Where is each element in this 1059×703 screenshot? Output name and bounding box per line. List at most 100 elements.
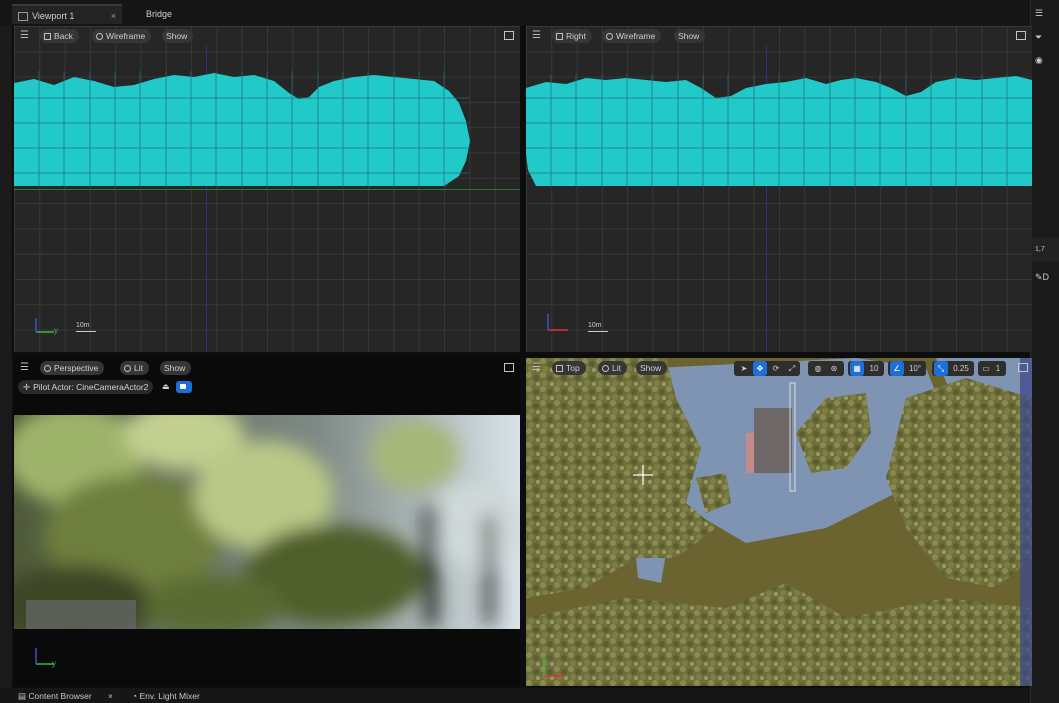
scale-icon[interactable]: ⤢ <box>785 361 799 376</box>
view-mode-button[interactable]: Back <box>40 29 79 43</box>
details-value-row: 1,7 <box>1031 238 1059 262</box>
rotate-icon[interactable]: ⟳ <box>769 361 783 376</box>
wireframe-icon <box>606 33 613 40</box>
maximize-icon[interactable] <box>504 363 514 372</box>
outliner-icon[interactable]: ☰ <box>1035 8 1043 19</box>
show-button[interactable]: Show <box>160 361 192 375</box>
viewport-perspective[interactable]: ☰ Perspective Lit Show ✛ Pilot Actor: Cin… <box>14 358 520 686</box>
env-light-mixer-label: Env. Light Mixer <box>139 691 200 701</box>
viewport-top[interactable]: ☰ Top Lit Show ➤ ✥ ⟳ ⤢ ◍ ⊛ ▦ 10 ∠ 10° ⤡ … <box>526 358 1032 686</box>
view-mode-label: Perspective <box>54 363 99 373</box>
render-mode-button[interactable]: Wireframe <box>602 29 662 43</box>
show-label: Show <box>678 31 700 41</box>
camera-speed-icon[interactable]: ▭ <box>980 361 992 376</box>
tab-viewport-label: Viewport 1 <box>32 11 75 21</box>
viewport-toolbar: ☰ Top Lit Show ➤ ✥ ⟳ ⤢ ◍ ⊛ ▦ 10 ∠ 10° ⤡ … <box>526 358 1032 378</box>
translate-icon[interactable]: ✥ <box>753 361 767 376</box>
viewport-toolbar: ☰ Back Wireframe Show <box>14 26 520 46</box>
render-mode-label: Lit <box>612 363 621 373</box>
show-button[interactable]: Show <box>162 29 194 43</box>
rotation-snap-icon[interactable]: ∠ <box>890 361 904 376</box>
tab-content-browser[interactable]: ▤ Content Browser <box>18 690 92 703</box>
scale-indicator: 10m <box>588 322 608 332</box>
view-mode-button[interactable]: Top <box>552 361 586 375</box>
close-content-browser-icon[interactable]: × <box>108 690 113 703</box>
surface-snap-icon[interactable]: ⊛ <box>827 361 841 376</box>
axis-gizmo <box>547 314 568 331</box>
rotation-snap-value[interactable]: 10° <box>906 361 924 376</box>
details-dock-panel: ☰ ⏷ ◉ 1,7 ✎D <box>1030 0 1059 703</box>
camera-preview-image <box>14 415 520 629</box>
view-mode-label: Top <box>566 363 580 373</box>
view-mode-label: Back <box>54 31 73 41</box>
perspective-icon <box>44 365 51 372</box>
viewport-toolbar: ☰ Right Wireframe Show <box>526 26 1032 46</box>
details-value: 1,7 <box>1035 246 1045 253</box>
viewport-menu-icon[interactable]: ☰ <box>532 31 542 41</box>
top-view-icon <box>556 365 563 372</box>
details-item[interactable]: ✎D <box>1035 272 1049 283</box>
maximize-icon[interactable] <box>1016 31 1026 40</box>
coord-tools: ◍ ⊛ <box>808 361 844 376</box>
camera-speed-group: ▭ 1 <box>978 361 1006 376</box>
lit-icon <box>124 365 131 372</box>
render-mode-button[interactable]: Lit <box>120 361 149 375</box>
select-icon[interactable]: ➤ <box>737 361 751 376</box>
pilot-actor-badge[interactable]: ✛ Pilot Actor: CineCameraActor2 <box>18 380 154 394</box>
view-mode-button[interactable]: Right <box>552 29 592 43</box>
world-space-icon[interactable]: ◍ <box>811 361 825 376</box>
pilot-actor-label: Pilot Actor: CineCameraActor2 <box>33 382 149 392</box>
close-tab-icon[interactable]: × <box>111 6 116 26</box>
viewport-menu-icon[interactable]: ☰ <box>20 31 30 41</box>
maximize-icon[interactable] <box>1018 363 1028 372</box>
scale-snap-value[interactable]: 0.25 <box>950 361 972 376</box>
foliage-wireframe <box>14 71 470 186</box>
view-icon <box>44 33 51 40</box>
grid-snap-icon[interactable]: ▦ <box>850 361 864 376</box>
scale-snap-group: ⤡ 0.25 <box>932 361 974 376</box>
axis-label: y <box>52 659 56 668</box>
render-mode-label: Wireframe <box>106 31 146 41</box>
content-browser-icon: ▤ <box>18 691 29 701</box>
show-label: Show <box>640 363 662 373</box>
render-mode-button[interactable]: Wireframe <box>92 29 152 43</box>
viewport-back[interactable]: ☰ Back Wireframe Show y 10m <box>14 26 520 352</box>
eject-icon[interactable]: ⏏ <box>162 382 170 391</box>
transform-tools: ➤ ✥ ⟳ ⤢ <box>734 361 800 376</box>
viewport-menu-icon[interactable]: ☰ <box>20 363 30 373</box>
show-button[interactable]: Show <box>674 29 706 43</box>
scale-snap-icon[interactable]: ⤡ <box>934 361 948 376</box>
render-mode-label: Lit <box>134 363 143 373</box>
axis-label: y <box>54 326 58 335</box>
viewport-menu-icon[interactable]: ☰ <box>532 363 542 373</box>
render-mode-label: Wireframe <box>616 31 656 41</box>
camera-icon[interactable] <box>176 381 192 393</box>
axis-gizmo <box>35 648 54 665</box>
eye-icon[interactable]: ◉ <box>1035 55 1043 66</box>
pencil-icon: ✎ <box>1035 272 1043 282</box>
pilot-icon: ✛ <box>23 382 31 392</box>
grid-snap-value[interactable]: 10 <box>866 361 882 376</box>
render-mode-button[interactable]: Lit <box>598 361 627 375</box>
scale-indicator: 10m <box>76 322 96 332</box>
tab-env-light-mixer[interactable]: ◔ Env. Light Mixer <box>132 690 200 703</box>
wireframe-icon <box>96 33 103 40</box>
filter-icon[interactable]: ⏷ <box>1035 32 1042 43</box>
landscape-top-view <box>526 358 1032 686</box>
maximize-icon[interactable] <box>504 31 514 40</box>
show-label: Show <box>166 31 188 41</box>
tab-bridge[interactable]: Bridge <box>140 4 178 24</box>
show-button[interactable]: Show <box>636 361 668 375</box>
details-item-label: D <box>1042 272 1050 282</box>
viewport-toolbar: ☰ Perspective Lit Show <box>14 358 520 378</box>
tab-bridge-label: Bridge <box>146 9 173 19</box>
lit-icon <box>602 365 609 372</box>
view-mode-button[interactable]: Perspective <box>40 361 105 375</box>
view-icon <box>556 33 563 40</box>
camera-speed-value[interactable]: 1 <box>992 361 1004 376</box>
rotation-snap-group: ∠ 10° <box>888 361 926 376</box>
light-mixer-icon: ◔ <box>132 691 140 701</box>
tab-viewport-1[interactable]: Viewport 1 × <box>12 4 122 24</box>
foliage-wireframe <box>526 74 1032 186</box>
viewport-right[interactable]: ☰ Right Wireframe Show 10m <box>526 26 1032 352</box>
